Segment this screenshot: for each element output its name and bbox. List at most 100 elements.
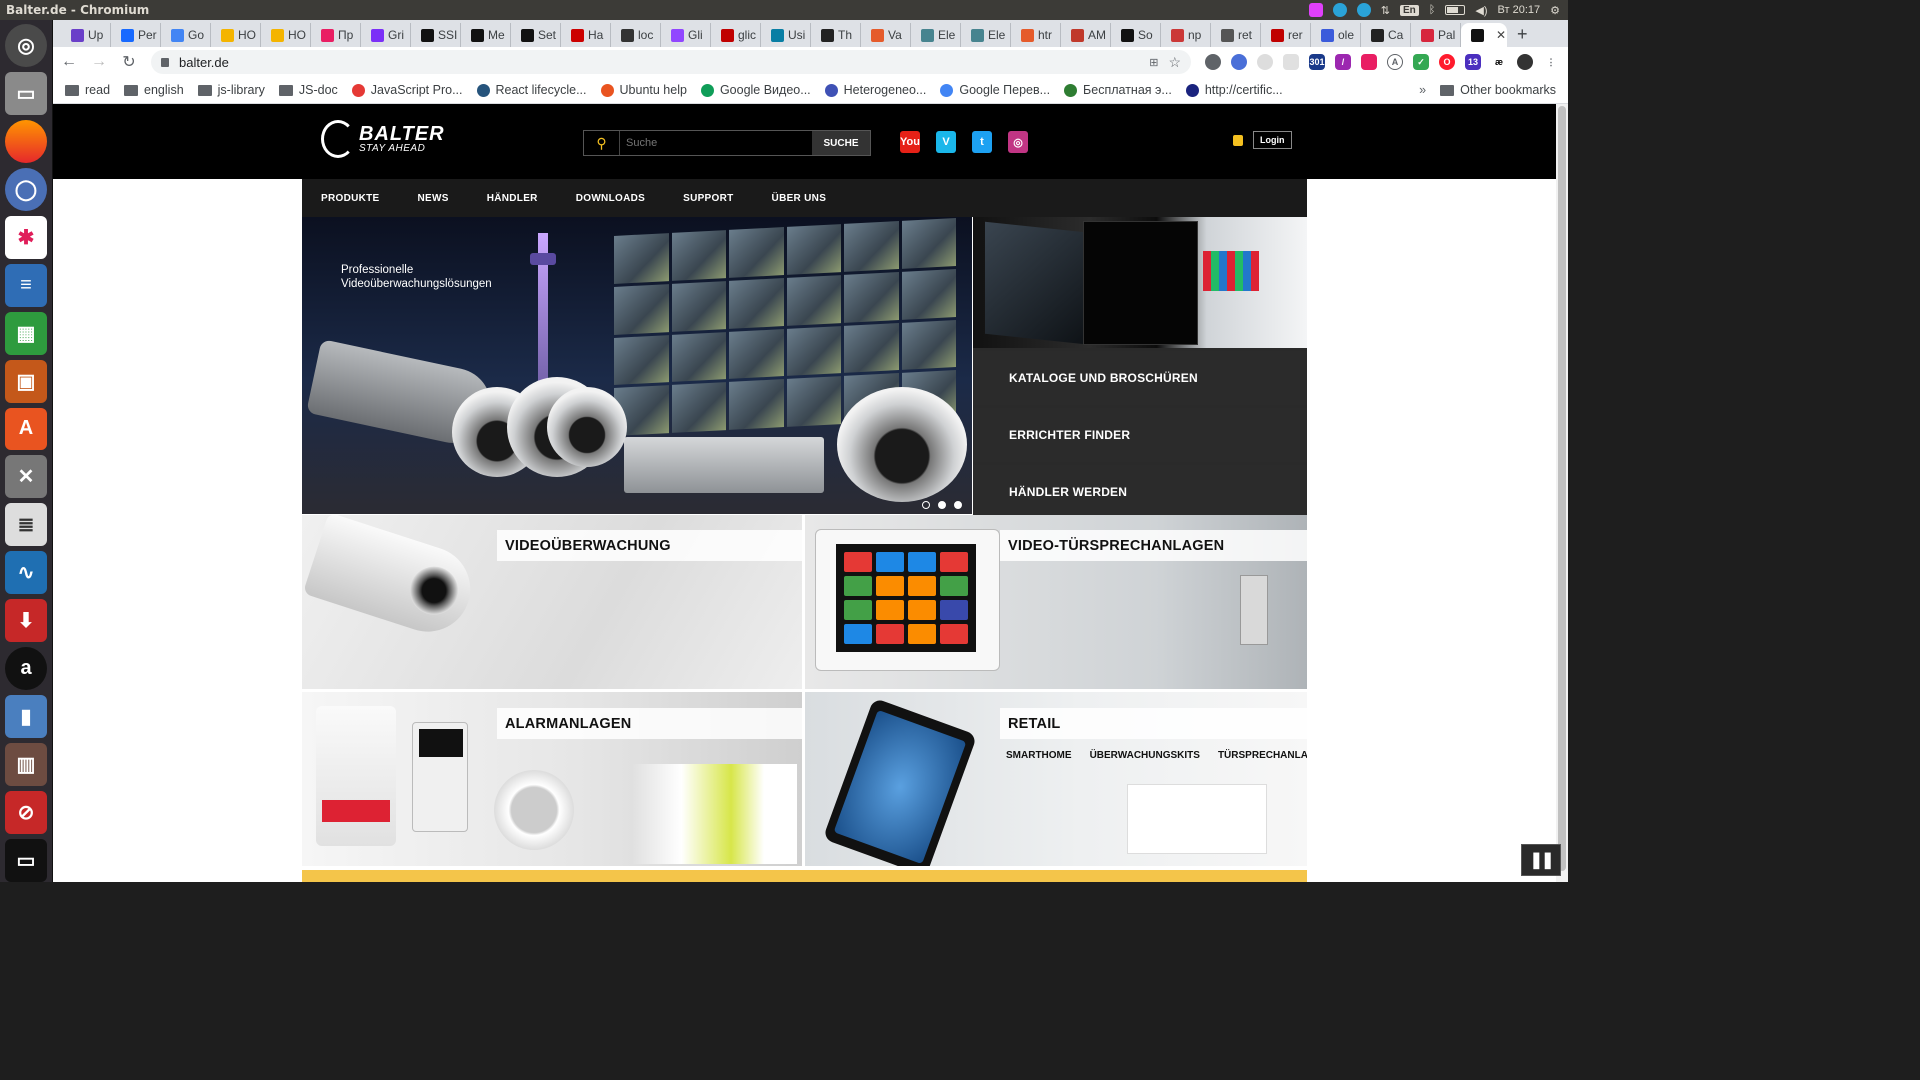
app-indicator-icon[interactable] (1308, 3, 1323, 17)
extension-icon[interactable] (1205, 54, 1221, 70)
tile-video-intercom[interactable]: VIDEO-TÜRSPRECHANLAGEN (805, 515, 1307, 689)
clock[interactable]: Вт 20:17 (1498, 4, 1541, 16)
side-link-installer-finder[interactable]: ERRICHTER FINDER (973, 408, 1307, 462)
address-bar[interactable]: balter.de ⊞ ☆ (151, 50, 1191, 74)
profile-avatar-icon[interactable] (1517, 54, 1533, 70)
balter-logo[interactable]: BALTER STAY AHEAD (321, 120, 445, 158)
browser-tab[interactable]: HO (261, 23, 311, 47)
browser-tab[interactable]: Go (161, 23, 211, 47)
chromium-icon[interactable]: ◯ (5, 167, 47, 211)
tile-title[interactable]: ALARMANLAGEN (497, 708, 802, 739)
impress-icon[interactable]: ▣ (5, 359, 47, 403)
nav-item[interactable]: NEWS (418, 193, 449, 204)
url-text[interactable]: balter.de (179, 55, 1139, 70)
slider-dot[interactable] (922, 501, 930, 509)
extension-icon[interactable] (1257, 54, 1273, 70)
browser-tab[interactable]: ✕ (1461, 23, 1507, 47)
bookmark-item[interactable]: http://certific... (1185, 83, 1283, 97)
browser-tab[interactable]: htr (1011, 23, 1061, 47)
search-icon[interactable]: ⚲ (584, 131, 620, 155)
tile-retail[interactable]: RETAIL SMARTHOME ÜBERWACHUNGSKITS TÜRSPR… (805, 692, 1307, 866)
bookmark-item[interactable]: React lifecycle... (476, 83, 587, 97)
extension-icon[interactable]: ✓ (1413, 54, 1429, 70)
nav-item[interactable]: DOWNLOADS (576, 193, 645, 204)
browser-tab[interactable]: rer (1261, 23, 1311, 47)
system-settings-icon[interactable]: ✕ (5, 455, 47, 499)
tile-title[interactable]: VIDEOÜBERWACHUNG (497, 530, 802, 561)
ubuntu-dash-icon[interactable]: ◎ (5, 24, 47, 67)
extension-icon[interactable] (1231, 54, 1247, 70)
bookmark-folder[interactable]: english (124, 83, 184, 97)
calc-icon[interactable]: ▦ (5, 311, 47, 355)
side-link-become-dealer[interactable]: HÄNDLER WERDEN (973, 465, 1307, 519)
books-icon[interactable]: ▥ (5, 743, 47, 786)
slider-dot[interactable] (938, 501, 946, 509)
youtube-icon[interactable]: You (900, 131, 920, 153)
extension-icon[interactable]: 13 (1465, 54, 1481, 70)
close-tab-icon[interactable]: ✕ (1496, 28, 1506, 42)
browser-tab[interactable]: Th (811, 23, 861, 47)
retail-link-intercoms[interactable]: TÜRSPRECHANLAGEN (1218, 750, 1307, 761)
trash-icon[interactable]: ▭ (5, 838, 47, 882)
files-icon[interactable]: ▭ (5, 71, 47, 115)
browser-tab[interactable]: Ca (1361, 23, 1411, 47)
bookmark-item[interactable]: Бесплатная э... (1064, 83, 1172, 97)
settings-gear-icon[interactable]: ⚙ (1550, 4, 1560, 17)
screenshot-icon[interactable]: ⊘ (5, 791, 47, 834)
browser-tab[interactable]: Pal (1411, 23, 1461, 47)
browser-tab[interactable]: Ele (961, 23, 1011, 47)
extension-icon[interactable]: A (1387, 54, 1403, 70)
nav-item[interactable]: HÄNDLER (487, 193, 538, 204)
catalog-image[interactable] (973, 217, 1307, 348)
other-bookmarks-folder[interactable]: Other bookmarks (1440, 83, 1556, 97)
tile-video-surveillance[interactable]: VIDEOÜBERWACHUNG (302, 515, 802, 689)
instagram-icon[interactable]: ◎ (1008, 131, 1028, 153)
network-icon[interactable]: ⇅ (1381, 4, 1390, 17)
bookmark-folder[interactable]: JS-doc (278, 83, 338, 97)
bookmark-item[interactable]: Google Перев... (940, 83, 1050, 97)
page-scrollbar[interactable] (1556, 104, 1568, 882)
nav-item[interactable]: SUPPORT (683, 193, 733, 204)
back-arrow-icon[interactable]: ← (61, 53, 77, 71)
browser-tab[interactable]: Ele (911, 23, 961, 47)
browser-tab[interactable]: loc (611, 23, 661, 47)
bookmarks-overflow-button[interactable]: » (1419, 83, 1426, 97)
pause-button[interactable]: ❚❚ (1521, 844, 1561, 876)
bookmark-item[interactable]: Google Видео... (700, 83, 811, 97)
software-center-icon[interactable]: A (5, 407, 47, 451)
browser-tab[interactable]: Va (861, 23, 911, 47)
bookmark-folder[interactable]: js-library (197, 83, 265, 97)
browser-tab[interactable]: Up (61, 23, 111, 47)
browser-tab[interactable]: np (1161, 23, 1211, 47)
retail-link-smarthome[interactable]: SMARTHOME (1006, 750, 1072, 761)
new-tab-button[interactable]: + (1517, 23, 1528, 47)
nav-item[interactable]: ÜBER UNS (772, 193, 827, 204)
reload-icon[interactable]: ↻ (121, 52, 137, 72)
bookmark-folder[interactable]: read (65, 83, 110, 97)
extension-icon[interactable] (1283, 54, 1299, 70)
retail-link-kits[interactable]: ÜBERWACHUNGSKITS (1090, 750, 1200, 761)
search-button[interactable]: SUCHE (812, 131, 870, 155)
browser-tab[interactable]: So (1111, 23, 1161, 47)
thermometer-icon[interactable]: ▮ (5, 695, 47, 739)
browser-tab[interactable]: glic (711, 23, 761, 47)
browser-tab[interactable]: Set (511, 23, 561, 47)
lock-icon[interactable] (161, 57, 169, 67)
extension-icon[interactable]: / (1335, 54, 1351, 70)
search-input[interactable] (620, 131, 812, 155)
browser-tab[interactable]: AM (1061, 23, 1111, 47)
browser-tab[interactable]: Gli (661, 23, 711, 47)
system-monitor-icon[interactable]: ∿ (5, 551, 47, 595)
extension-icon[interactable]: 301 (1309, 54, 1325, 70)
vimeo-icon[interactable]: V (936, 131, 956, 153)
browser-tab[interactable]: ole (1311, 23, 1361, 47)
hero-slider[interactable]: Professionelle Videoüberwachungslösungen (302, 217, 972, 514)
browser-tab[interactable]: Me (461, 23, 511, 47)
side-link-catalogs[interactable]: KATALOGE UND BROSCHÜREN (973, 351, 1307, 405)
login-button[interactable]: Login (1253, 131, 1292, 149)
browser-tab[interactable]: Per (111, 23, 161, 47)
amazon-icon[interactable]: a (5, 647, 47, 691)
extension-icon[interactable]: æ (1491, 54, 1507, 70)
browser-tab[interactable]: Usi (761, 23, 811, 47)
slider-dot[interactable] (954, 501, 962, 509)
